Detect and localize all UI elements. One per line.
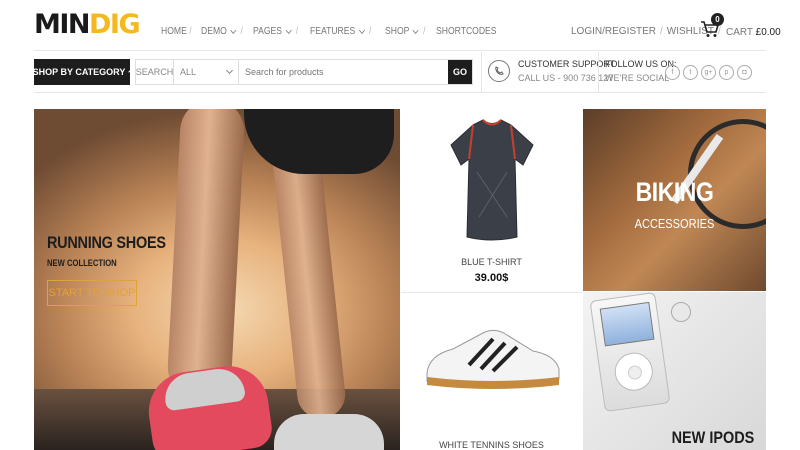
site-logo[interactable]: MINDIG [34, 9, 141, 40]
header-vertical-divider [598, 52, 599, 92]
header-divider [34, 50, 766, 51]
nav-separator: / [186, 26, 192, 37]
hero-title: RUNNING SHOES [47, 233, 166, 252]
cart-text: CART [726, 27, 753, 38]
follow-title: FOLLOW US ON: [605, 59, 677, 69]
nav-label: SHOP [385, 26, 410, 37]
phone-support-icon-glyph [495, 66, 504, 75]
nav-separator: / [240, 26, 243, 37]
biking-subtitle: ACCESSORIES [634, 216, 715, 231]
white-tennis-shoes-card[interactable]: WHITE TENNINS SHOES [401, 292, 582, 450]
support-title: CUSTOMER SUPPORT [518, 59, 616, 69]
running-shoe-image [274, 414, 384, 450]
blue-tshirt-card[interactable]: BLUE T-SHIRT 39.00$ [401, 109, 582, 291]
search-category-value: ALL [180, 67, 197, 77]
main-navigation: HOME / DEMO / PAGES / FEATURES / SHOP / SHOR… [161, 26, 507, 37]
chevron-down-icon [285, 26, 292, 34]
category-button-label: SHOP BY CATEGORY [32, 67, 126, 77]
biking-title: BIKING [635, 177, 714, 207]
search-row-divider [34, 92, 766, 93]
nav-item-shortcodes[interactable]: SHORTCODES [436, 26, 497, 37]
social-icons: f t g+ p ◘ [665, 65, 755, 80]
follow-us-block: FOLLOW US ON: WE'RE SOCIAL [605, 59, 677, 83]
chevron-down-icon [358, 26, 365, 34]
top-header: MINDIG HOME / DEMO / PAGES / FEATURES / SHO… [0, 0, 800, 50]
nav-label: FEATURES [309, 26, 356, 37]
chevron-down-icon [128, 68, 133, 73]
logo-text-part2: DIG [89, 9, 141, 40]
nav-label: DEMO [200, 26, 227, 37]
account-separator: / [660, 26, 663, 37]
nav-item-pages[interactable]: PAGES / [253, 26, 302, 37]
chevron-down-icon [413, 26, 420, 34]
nav-label: SHORTCODES [436, 26, 497, 37]
chevron-down-icon [229, 26, 236, 34]
nav-separator: / [423, 26, 426, 37]
nav-separator: / [368, 26, 372, 37]
bike-wheel-image [688, 119, 766, 229]
product-name: WHITE TENNINS SHOES [439, 440, 544, 450]
search-go-button[interactable]: GO [448, 60, 472, 84]
ipod-screen-image [599, 301, 655, 347]
earbud-image [671, 302, 691, 322]
nav-separator: / [296, 26, 299, 37]
nav-label: PAGES [253, 26, 283, 37]
product-name: BLUE T-SHIRT [461, 257, 522, 267]
cart-label: CART £0.00 [726, 27, 781, 38]
ipod-click-wheel-image [612, 350, 656, 394]
login-register-link[interactable]: LOGIN/REGISTER [571, 26, 656, 37]
shop-by-category-button[interactable]: SHOP BY CATEGORY [32, 59, 133, 85]
nav-item-home[interactable]: HOME / [161, 26, 195, 37]
pinterest-icon[interactable]: p [719, 65, 734, 80]
header-vertical-divider [481, 52, 482, 92]
nav-item-features[interactable]: FEATURES / [310, 26, 375, 37]
twitter-icon[interactable]: t [683, 65, 698, 80]
biking-accessories-banner[interactable]: BIKING ACCESSORIES [583, 109, 766, 291]
phone-support-icon [488, 60, 510, 82]
nav-item-shop[interactable]: SHOP / [385, 26, 429, 37]
cart-button[interactable]: 0 CART £0.00 [700, 13, 781, 44]
follow-subtitle: WE'RE SOCIAL [605, 73, 670, 83]
customer-support-block: CUSTOMER SUPPORT CALL US - 900 736 127 [488, 59, 615, 85]
runner-leg-image [166, 109, 246, 401]
ipods-title: NEW IPODS [671, 428, 754, 447]
logo-text-part1: MIN [34, 9, 91, 40]
running-shoes-banner[interactable]: RUNNING SHOES NEW COLLECTION START TO SH… [34, 109, 400, 450]
search-bar: SEARCH ALL GO [135, 59, 473, 85]
nav-label: HOME [161, 26, 187, 37]
cart-count-badge: 0 [711, 13, 724, 26]
product-price: 39.00$ [474, 272, 509, 284]
runner-shorts-image [244, 109, 394, 174]
ipod-image [589, 292, 671, 413]
search-label: SEARCH [136, 60, 174, 84]
chevron-down-icon [225, 66, 234, 75]
search-category-select[interactable]: ALL [174, 60, 239, 84]
hero-subtitle: NEW COLLECTION [47, 258, 117, 268]
tshirt-image [450, 119, 534, 241]
search-input[interactable] [239, 60, 448, 84]
new-ipods-banner[interactable]: NEW IPODS [583, 292, 766, 450]
nav-item-demo[interactable]: DEMO / [201, 26, 246, 37]
instagram-icon[interactable]: ◘ [737, 65, 752, 80]
start-to-shop-button[interactable]: START TO SHOP [47, 280, 137, 306]
facebook-icon[interactable]: f [665, 65, 680, 80]
cart-amount: £0.00 [755, 27, 781, 38]
tennis-shoe-image [426, 329, 560, 389]
google-plus-icon[interactable]: g+ [701, 65, 716, 80]
